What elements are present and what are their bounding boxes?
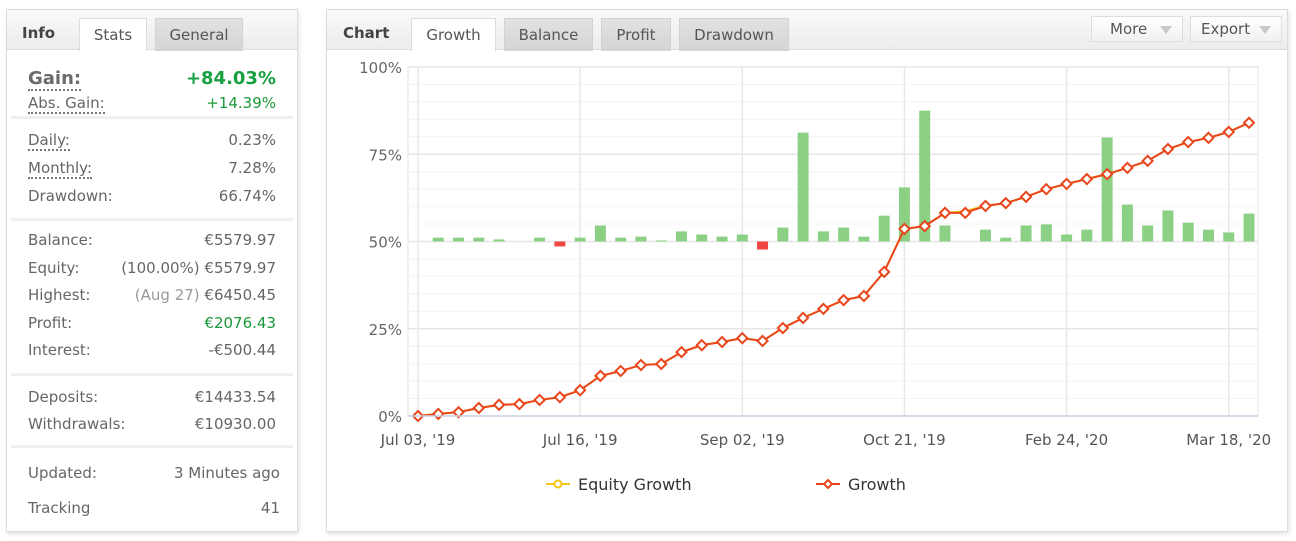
tracking-row: Tracking 41 xyxy=(28,499,280,521)
tracking-value: 41 xyxy=(260,499,280,517)
tab-general[interactable]: General xyxy=(155,18,243,51)
chevron-down-icon xyxy=(1160,26,1172,34)
drawdown-row: Drawdown: 66.74% xyxy=(28,187,276,209)
daily-value: 0.23% xyxy=(228,131,276,149)
transfers-group: Deposits: €14433.54 Withdrawals: €10930.… xyxy=(11,376,293,448)
tab-drawdown[interactable]: Drawdown xyxy=(679,18,789,51)
profit-label: Profit: xyxy=(28,313,73,332)
equity-row: Equity: (100.00%) €5579.97 xyxy=(28,259,276,287)
highest-value: €6450.45 xyxy=(204,286,276,304)
daily-label[interactable]: Daily: xyxy=(28,131,70,151)
abs-gain-value: +14.39% xyxy=(206,94,276,112)
interest-row: Interest: -€500.44 xyxy=(28,341,276,363)
info-title: Info xyxy=(22,24,56,42)
gain-row: Gain: +84.03% xyxy=(28,68,276,91)
balance-label: Balance: xyxy=(28,231,93,249)
withdrawals-value: €10930.00 xyxy=(194,415,276,433)
money-group: Balance: €5579.97 Equity: (100.00%) €557… xyxy=(11,221,293,376)
abs-gain-row: Abs. Gain: +14.39% xyxy=(28,94,276,114)
chart-tabbar: Chart Growth Balance Profit Drawdown Mor… xyxy=(327,10,1287,51)
highest-label: Highest: xyxy=(28,286,91,304)
updated-value: 3 Minutes ago xyxy=(173,464,280,482)
withdrawals-row: Withdrawals: €10930.00 xyxy=(28,415,276,437)
tab-profit[interactable]: Profit xyxy=(601,18,671,51)
equity-label: Equity: xyxy=(28,258,80,277)
profit-row: Profit: €2076.43 xyxy=(28,314,276,342)
export-label: Export xyxy=(1201,20,1251,38)
equity-value: €5579.97 xyxy=(204,258,276,277)
gain-label[interactable]: Gain: xyxy=(28,68,82,91)
highest-value-wrap: (Aug 27) €6450.45 xyxy=(135,286,276,304)
info-panel: Info Stats General Gain: +84.03% Abs. Ga… xyxy=(6,9,298,532)
abs-gain-label[interactable]: Abs. Gain: xyxy=(28,94,105,114)
chart-title: Chart xyxy=(343,24,390,42)
rates-group: Daily: 0.23% Monthly: 7.28% Drawdown: 66… xyxy=(11,119,293,221)
profit-value: €2076.43 xyxy=(204,313,276,332)
tab-growth[interactable]: Growth xyxy=(411,18,496,51)
interest-value: -€500.44 xyxy=(208,341,276,359)
chart-panel: Chart Growth Balance Profit Drawdown Mor… xyxy=(326,9,1288,532)
tab-balance[interactable]: Balance xyxy=(504,18,593,51)
withdrawals-label: Withdrawals: xyxy=(28,415,126,433)
gain-group: Gain: +84.03% Abs. Gain: +14.39% xyxy=(11,50,293,119)
daily-row: Daily: 0.23% xyxy=(28,131,276,159)
drawdown-value: 66.74% xyxy=(218,187,276,205)
balance-value: €5579.97 xyxy=(204,231,276,249)
monthly-row: Monthly: 7.28% xyxy=(28,159,276,187)
meta-group: Updated: 3 Minutes ago Tracking 41 xyxy=(7,448,297,521)
more-label: More xyxy=(1110,20,1148,38)
interest-label: Interest: xyxy=(28,341,91,359)
monthly-label[interactable]: Monthly: xyxy=(28,159,93,179)
gain-value: +84.03% xyxy=(185,68,276,89)
tab-stats[interactable]: Stats xyxy=(79,18,147,51)
deposits-row: Deposits: €14433.54 xyxy=(28,388,276,415)
highest-row: Highest: (Aug 27) €6450.45 xyxy=(28,286,276,314)
more-dropdown[interactable]: More xyxy=(1091,16,1183,42)
tracking-label: Tracking xyxy=(28,499,91,517)
monthly-value: 7.28% xyxy=(228,159,276,177)
deposits-label: Deposits: xyxy=(28,388,99,406)
highest-date: (Aug 27) xyxy=(134,286,200,304)
info-tabbar: Info Stats General xyxy=(7,10,297,51)
equity-value-wrap: (100.00%) €5579.97 xyxy=(121,259,276,277)
updated-label: Updated: xyxy=(28,464,97,482)
updated-row: Updated: 3 Minutes ago xyxy=(28,464,280,499)
drawdown-label: Drawdown: xyxy=(28,187,113,205)
chevron-down-icon xyxy=(1259,26,1271,34)
deposits-value: €14433.54 xyxy=(194,388,276,406)
balance-row: Balance: €5579.97 xyxy=(28,231,276,259)
equity-percent: (100.00%) xyxy=(121,258,200,277)
export-dropdown[interactable]: Export xyxy=(1190,16,1282,42)
